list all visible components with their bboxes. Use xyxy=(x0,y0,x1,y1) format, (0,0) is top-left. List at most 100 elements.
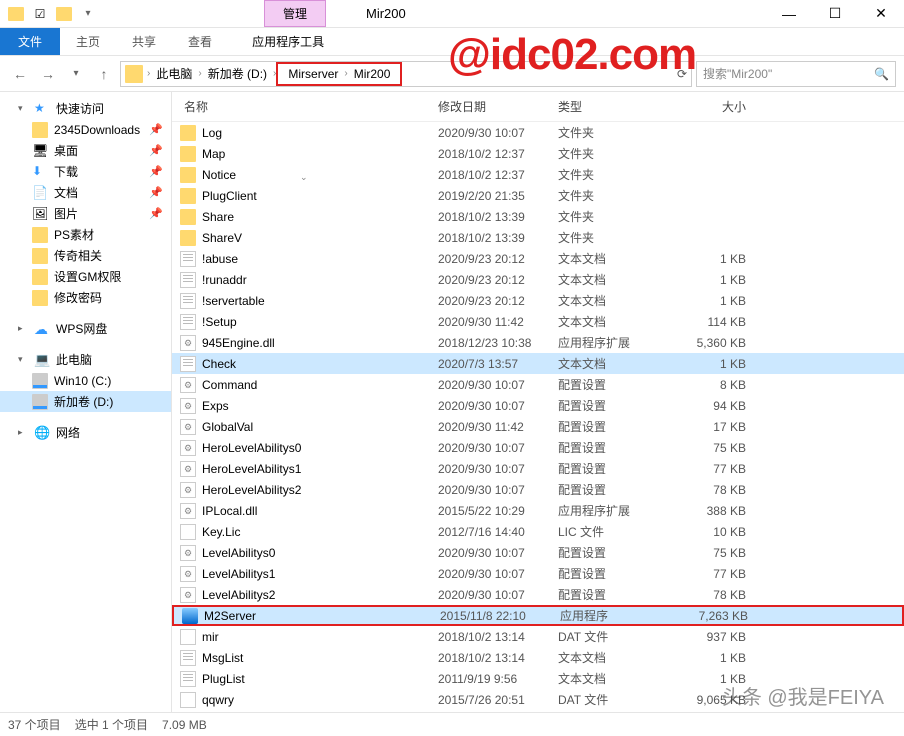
file-row[interactable]: PlugList2011/9/19 9:56文本文档1 KB xyxy=(172,668,904,689)
search-icon[interactable]: 🔍 xyxy=(874,67,889,81)
sidebar-this-pc[interactable]: ▾ 此电脑 xyxy=(0,349,171,370)
file-row[interactable]: Log2020/9/30 10:07文件夹 xyxy=(172,122,904,143)
file-date: 2020/9/30 10:07 xyxy=(438,588,558,602)
file-row[interactable]: 945Engine.dll2018/12/23 10:38应用程序扩展5,360… xyxy=(172,332,904,353)
sidebar-item[interactable]: 桌面📌 xyxy=(0,140,171,161)
close-button[interactable]: ✕ xyxy=(858,0,904,28)
sidebar-quick-access[interactable]: ▾ 快速访问 xyxy=(0,98,171,119)
file-row[interactable]: Command2020/9/30 10:07配置设置8 KB xyxy=(172,374,904,395)
app-tools-tab[interactable]: 应用程序工具 xyxy=(238,28,338,55)
view-menu[interactable]: 查看 xyxy=(172,28,228,55)
back-button[interactable]: ← xyxy=(8,62,32,86)
crumb-drive[interactable]: 新加卷 (D:) xyxy=(202,65,273,82)
sidebar-item[interactable]: 下载📌 xyxy=(0,161,171,182)
file-name: IPLocal.dll xyxy=(202,504,438,518)
column-size[interactable]: 大小 xyxy=(676,98,746,115)
file-row[interactable]: Check2020/7/3 13:57文本文档1 KB xyxy=(172,353,904,374)
column-date[interactable]: 修改日期 xyxy=(438,98,558,115)
pin-icon: 📌 xyxy=(149,207,163,220)
sidebar-item[interactable]: 修改密码 xyxy=(0,287,171,308)
chevron-right-icon[interactable]: ▸ xyxy=(18,323,28,334)
dropdown-icon[interactable]: ▾ xyxy=(78,4,98,24)
file-name: HeroLevelAbilitys1 xyxy=(202,462,438,476)
forward-button[interactable]: → xyxy=(36,62,60,86)
crumb-mir200[interactable]: Mir200 xyxy=(348,67,397,81)
sidebar-item-label: 修改密码 xyxy=(54,289,102,306)
up-button[interactable]: ↑ xyxy=(92,62,116,86)
file-row[interactable]: Key.Lic2012/7/16 14:40LIC 文件10 KB xyxy=(172,521,904,542)
properties-icon[interactable]: ☑ xyxy=(30,4,50,24)
file-row[interactable]: ShareV2018/10/2 13:39文件夹 xyxy=(172,227,904,248)
minimize-button[interactable]: — xyxy=(766,0,812,28)
file-row[interactable]: M2Server2015/11/8 22:10应用程序7,263 KB xyxy=(172,605,904,626)
file-date: 2020/9/30 10:07 xyxy=(438,378,558,392)
file-row[interactable]: !Setup2020/9/30 11:42文本文档114 KB xyxy=(172,311,904,332)
file-row[interactable]: PlugClient2019/2/20 21:35文件夹 xyxy=(172,185,904,206)
sidebar-item[interactable]: PS素材 xyxy=(0,224,171,245)
column-name[interactable]: 名称 xyxy=(180,98,438,115)
file-icon xyxy=(180,419,196,435)
file-row[interactable]: !servertable2020/9/23 20:12文本文档1 KB xyxy=(172,290,904,311)
file-row[interactable]: MsgList2018/10/2 13:14文本文档1 KB xyxy=(172,647,904,668)
crumb-pc[interactable]: 此电脑 xyxy=(150,65,198,82)
file-icon xyxy=(180,272,196,288)
file-size: 9,065 KB xyxy=(676,693,746,707)
sidebar-item-label: 图片 xyxy=(54,205,78,222)
file-row[interactable]: Notice2018/10/2 12:37文件夹 xyxy=(172,164,904,185)
sidebar-item-label: 文档 xyxy=(54,184,78,201)
home-menu[interactable]: 主页 xyxy=(60,28,116,55)
file-row[interactable]: Share2018/10/2 13:39文件夹 xyxy=(172,206,904,227)
file-menu[interactable]: 文件 xyxy=(0,28,60,55)
file-size: 17 KB xyxy=(676,420,746,434)
file-icon xyxy=(180,209,196,225)
file-row[interactable]: HeroLevelAbilitys02020/9/30 10:07配置设置75 … xyxy=(172,437,904,458)
sidebar-wps[interactable]: ▸ WPS网盘 xyxy=(0,318,171,339)
file-row[interactable]: qqwry2015/7/26 20:51DAT 文件9,065 KB xyxy=(172,689,904,710)
file-icon xyxy=(180,167,196,183)
chevron-right-icon[interactable]: ▸ xyxy=(18,427,28,438)
file-row[interactable]: IPLocal.dll2015/5/22 10:29应用程序扩展388 KB xyxy=(172,500,904,521)
file-row[interactable]: HeroLevelAbilitys22020/9/30 10:07配置设置78 … xyxy=(172,479,904,500)
sidebar-item[interactable]: 传奇相关 xyxy=(0,245,171,266)
file-size: 937 KB xyxy=(676,630,746,644)
column-type[interactable]: 类型 xyxy=(558,98,676,115)
file-type: 文本文档 xyxy=(558,250,676,267)
status-bar: 37 个项目 选中 1 个项目 7.09 MB xyxy=(0,712,904,736)
sidebar-item[interactable]: 设置GM权限 xyxy=(0,266,171,287)
recent-dropdown[interactable]: ▾ xyxy=(64,62,88,86)
file-icon xyxy=(180,440,196,456)
file-name: HeroLevelAbilitys2 xyxy=(202,483,438,497)
file-row[interactable]: LevelAbilitys02020/9/30 10:07配置设置75 KB xyxy=(172,542,904,563)
file-row[interactable]: GlobalVal2020/9/30 11:42配置设置17 KB xyxy=(172,416,904,437)
sidebar-item[interactable]: 新加卷 (D:) xyxy=(0,391,171,412)
file-size: 75 KB xyxy=(676,546,746,560)
search-input[interactable]: 搜索"Mir200" 🔍 xyxy=(696,61,896,87)
file-row[interactable]: !runaddr2020/9/23 20:12文本文档1 KB xyxy=(172,269,904,290)
breadcrumb[interactable]: › 此电脑 › 新加卷 (D:) › Mirserver › Mir200 ⟳ xyxy=(120,61,692,87)
file-type: 文件夹 xyxy=(558,145,676,162)
file-row[interactable]: Map2018/10/2 12:37文件夹 xyxy=(172,143,904,164)
sidebar-item[interactable]: Win10 (C:) xyxy=(0,370,171,391)
sidebar-item[interactable]: 图片 📌 xyxy=(0,203,171,224)
file-row[interactable]: Exps2020/9/30 10:07配置设置94 KB xyxy=(172,395,904,416)
file-name: !Setup xyxy=(202,315,438,329)
sidebar-item[interactable]: 2345Downloads📌 xyxy=(0,119,171,140)
crumb-mirserver[interactable]: Mirserver xyxy=(282,67,344,81)
refresh-button[interactable]: ⟳ xyxy=(677,67,687,81)
chevron-down-icon[interactable]: ▾ xyxy=(18,354,28,365)
share-menu[interactable]: 共享 xyxy=(116,28,172,55)
file-row[interactable]: !abuse2020/9/23 20:12文本文档1 KB xyxy=(172,248,904,269)
chevron-down-icon[interactable]: ▾ xyxy=(18,103,28,114)
sidebar-network[interactable]: ▸ 网络 xyxy=(0,422,171,443)
file-row[interactable]: HeroLevelAbilitys12020/9/30 10:07配置设置77 … xyxy=(172,458,904,479)
chevron-down-icon[interactable]: ⌄ xyxy=(300,172,308,183)
file-type: 文本文档 xyxy=(558,292,676,309)
maximize-button[interactable]: ☐ xyxy=(812,0,858,28)
drive-icon xyxy=(32,373,48,389)
file-row[interactable]: LevelAbilitys12020/9/30 10:07配置设置77 KB xyxy=(172,563,904,584)
file-type: LIC 文件 xyxy=(558,523,676,540)
file-row[interactable]: mir2018/10/2 13:14DAT 文件937 KB xyxy=(172,626,904,647)
file-row[interactable]: LevelAbilitys22020/9/30 10:07配置设置78 KB xyxy=(172,584,904,605)
ribbon-context-tab[interactable]: 管理 xyxy=(264,0,326,27)
sidebar-item[interactable]: 文档📌 xyxy=(0,182,171,203)
